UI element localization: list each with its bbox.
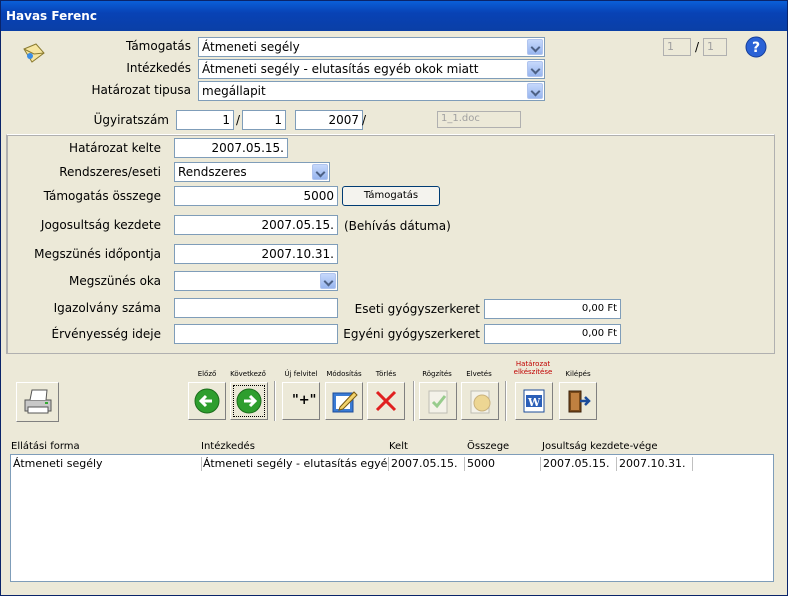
intezkedes-value: Átmeneti segély - elutasítás egyéb okok … [202,62,479,76]
save-button[interactable] [419,382,457,420]
tamogatas-button[interactable]: Támogatás [342,186,440,206]
cell-ellatasi-forma: Átmeneti segély [11,457,202,471]
discard-icon [470,390,491,414]
cell-kezdete: 2007.05.15. [541,457,617,471]
rendszeres-select[interactable]: Rendszeres [174,162,330,182]
uj-felvitel-label: Új felvitel [284,370,318,378]
delete-button[interactable] [367,382,405,420]
page-current: 1 [663,38,691,56]
intezkedes-select[interactable]: Átmeneti segély - elutasítás egyéb okok … [198,59,545,79]
chevron-down-icon[interactable] [527,39,543,55]
ugyirat-separator-1: / [236,113,241,127]
edit-icon [332,391,358,413]
megszunes-field[interactable]: 2007.10.31. [174,244,338,264]
egyeni-label: Egyéni gyógyszerkeret [343,327,480,341]
tamogatas-label: Támogatás [125,39,191,53]
window-title: Havas Ferenc [1,1,787,31]
col-header-intezkedes[interactable]: Intézkedés [201,441,255,452]
ugyirat-number-2[interactable]: 1 [242,110,286,130]
hatarozat-label-line1: Határozat [515,360,551,368]
help-icon[interactable]: ? [745,36,767,61]
doc-file-field: 1_1.doc [437,111,521,128]
cell-osszege: 5000 [465,457,541,471]
hatarozat-tipus-label: Határozat tipusa [91,83,192,97]
table-row[interactable]: Átmeneti segély Átmeneti segély - elutas… [11,455,773,473]
chevron-down-icon[interactable] [527,61,543,77]
exit-button[interactable] [559,382,597,420]
megszunes-label: Megszünés időpontja [34,247,161,261]
rogzites-label: Rögzítés [422,370,452,378]
igazolvany-label: Igazolvány száma [53,301,161,315]
hatarozat-label-line2: elkészítése [513,368,553,376]
svg-text:?: ? [752,40,760,56]
tamogatas-value: Átmeneti segély [202,40,300,54]
igazolvany-field[interactable] [174,298,338,318]
chevron-down-icon[interactable] [312,164,328,180]
rendszeres-value: Rendszeres [178,165,247,179]
elozo-label: Előző [197,370,217,378]
osszeg-field[interactable]: 5000 [174,186,338,206]
modositas-label: Módosítás [326,370,362,378]
ervenyesseg-field[interactable] [174,324,338,344]
chevron-down-icon[interactable] [320,273,336,289]
toolbar-separator [274,381,276,421]
megszunes-oka-label: Megszünés oka [69,274,161,288]
intezkedes-label: Intézkedés [126,61,191,75]
ugyirat-number-1[interactable]: 1 [176,110,234,130]
new-record-button[interactable]: "+" [282,382,320,420]
kilepes-label: Kilépés [565,370,591,378]
arrow-left-icon [194,388,220,414]
torles-label: Törlés [375,370,397,378]
printer-icon [24,389,52,414]
col-header-osszege[interactable]: Összege [467,441,509,452]
page-separator: / [695,40,700,54]
behivas-note: (Behívás dátuma) [344,219,451,233]
jogosultsag-field[interactable]: 2007.05.15. [174,215,338,235]
cell-intezkedes: Átmeneti segély - elutasítás egyéb okok … [203,457,389,471]
envelope-icon [21,41,47,68]
hatarozat-tipus-select[interactable]: megállapit [198,81,545,101]
chevron-down-icon[interactable] [527,83,543,99]
print-button[interactable] [16,382,59,422]
toolbar-separator [413,381,415,421]
exit-door-icon [568,390,591,413]
osszeg-label: Támogatás összege [43,189,161,203]
ugyirat-year[interactable]: 2007 [295,110,363,130]
hatarozat-button[interactable]: W [515,382,553,420]
toolbar-separator [505,381,507,421]
arrow-right-icon [236,388,262,414]
hatarozat-kelte-label: Határozat kelte [69,141,161,155]
tamogatas-select[interactable]: Átmeneti segély [198,37,545,57]
hatarozat-elkeszitese-label: Határozat elkészítése [507,360,559,376]
main-window: Havas Ferenc Támogatás Átmeneti segély I… [0,0,788,596]
edit-button[interactable] [325,382,363,420]
results-list: Átmeneti segély Átmeneti segély - elutas… [10,454,774,582]
egyeni-field[interactable]: 0,00 Ft [484,324,621,344]
save-icon [428,390,448,414]
eseti-field[interactable]: 0,00 Ft [484,299,621,319]
elvetes-label: Elvetés [466,370,492,378]
ugyirat-separator-2: / [362,113,367,127]
jogosultsag-label: Jogosultság kezdete [40,218,161,232]
previous-button[interactable] [188,382,226,420]
eseti-label: Eseti gyógyszerkeret [354,302,480,316]
new-record-icon: "+" [292,393,317,408]
col-header-ellatasi-forma[interactable]: Ellátási forma [11,441,80,452]
hatarozat-tipus-value: megállapit [202,84,266,98]
col-header-kelt[interactable]: Kelt [389,441,408,452]
cell-kelt: 2007.05.15. [389,457,465,471]
next-button[interactable] [230,382,268,420]
ervenyesseg-label: Érvényesség ideje [51,327,161,341]
discard-button[interactable] [461,382,499,420]
page-total: 1 [703,38,727,56]
col-header-josultsag[interactable]: Josultság kezdete-vége [542,441,658,452]
rendszeres-label: Rendszeres/eseti [59,165,161,179]
ugyiratszam-label: Ügyiratszám [93,113,169,127]
cell-vege: 2007.10.31. [617,457,693,471]
word-icon: W [528,396,541,409]
kovetkezo-label: Következő [230,370,266,378]
delete-icon [375,390,397,412]
megszunes-oka-select[interactable] [174,271,338,291]
hatarozat-kelte-field[interactable]: 2007.05.15. [174,138,288,158]
